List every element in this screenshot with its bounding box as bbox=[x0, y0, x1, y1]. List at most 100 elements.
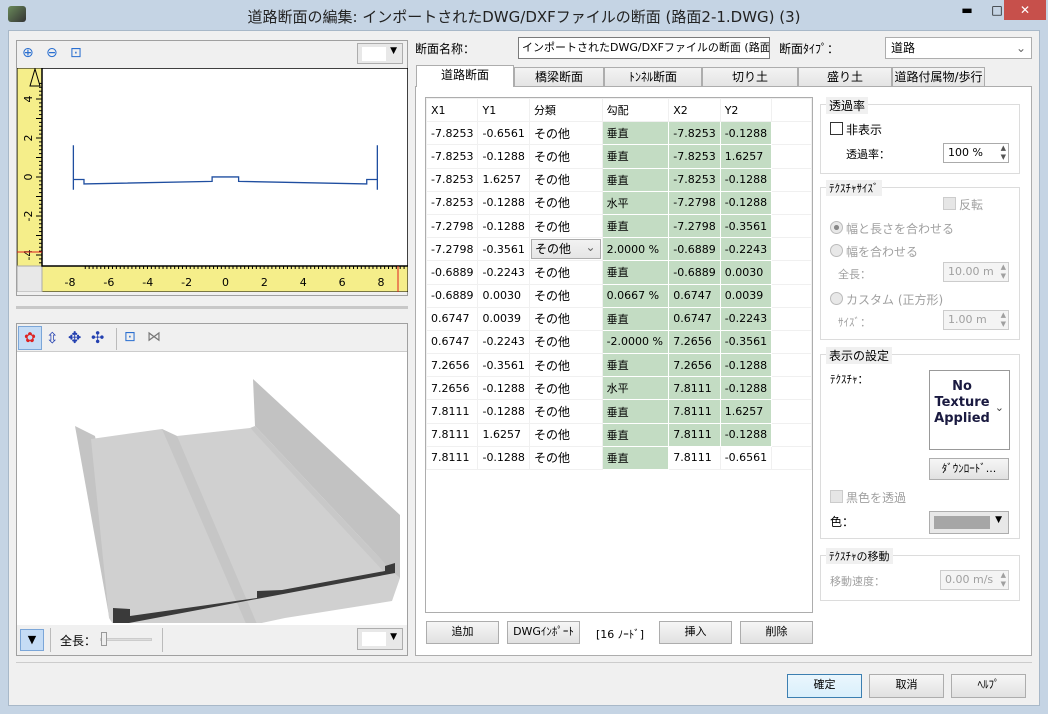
column-header[interactable]: Y1 bbox=[477, 98, 530, 123]
slope-cell[interactable]: 2.0000 % bbox=[601, 237, 670, 262]
size-spinner[interactable]: 1.00 m ▲ ▼ bbox=[943, 310, 1009, 330]
category-cell[interactable]: その他 bbox=[528, 353, 603, 378]
x2-cell[interactable]: 7.2656 bbox=[668, 329, 721, 355]
x2-cell[interactable]: 7.8111 bbox=[668, 445, 721, 471]
y2-cell[interactable]: -0.2243 bbox=[719, 237, 773, 262]
x1-cell[interactable]: -7.2798 bbox=[426, 237, 479, 262]
profile-color-dropdown[interactable]: ▼ bbox=[357, 43, 403, 64]
cancel-button[interactable]: 取消 bbox=[869, 674, 944, 698]
y1-cell[interactable]: 1.6257 bbox=[477, 422, 530, 447]
tab-fill[interactable]: 盛り土 bbox=[798, 67, 892, 87]
slope-cell[interactable]: 垂直 bbox=[601, 213, 670, 239]
table-row[interactable]: -7.8253 -0.1288 その他 水平 -7.2798 -0.1288 bbox=[426, 190, 812, 215]
table-row[interactable]: 7.8111 1.6257 その他 垂直 7.8111 -0.1288 bbox=[426, 422, 812, 447]
splitter[interactable] bbox=[16, 306, 408, 309]
view3d-color-dropdown[interactable]: ▼ bbox=[357, 628, 403, 650]
y1-cell[interactable]: -0.1288 bbox=[477, 399, 530, 424]
x1-cell[interactable]: 7.8111 bbox=[426, 445, 479, 471]
close-button[interactable]: ✕ bbox=[1004, 0, 1046, 20]
add-button[interactable]: 追加 bbox=[426, 621, 499, 644]
x1-cell[interactable]: 7.8111 bbox=[426, 399, 479, 424]
y1-cell[interactable]: -0.1288 bbox=[477, 144, 530, 169]
tab-road-section[interactable]: 道路断面 bbox=[416, 65, 514, 87]
y1-cell[interactable]: 0.0030 bbox=[477, 283, 530, 308]
slope-cell[interactable]: 垂直 bbox=[601, 353, 670, 378]
x2-cell[interactable]: -0.6889 bbox=[668, 260, 721, 285]
rate-spinner[interactable]: 100 % ▲ ▼ bbox=[943, 143, 1009, 163]
category-cell[interactable]: その他 bbox=[528, 399, 603, 424]
category-cell[interactable]: その他 bbox=[528, 445, 603, 471]
slope-cell[interactable]: 垂直 bbox=[601, 121, 670, 146]
y1-cell[interactable]: -0.1288 bbox=[477, 213, 530, 239]
column-header[interactable]: X2 bbox=[668, 98, 721, 123]
pan-icon[interactable]: ✥ bbox=[68, 328, 81, 347]
y2-cell[interactable]: -0.3561 bbox=[719, 329, 773, 355]
slope-cell[interactable]: 0.0667 % bbox=[601, 283, 670, 308]
fit-width-radio[interactable] bbox=[830, 244, 843, 257]
table-row[interactable]: -7.8253 1.6257 その他 垂直 -7.8253 -0.1288 bbox=[426, 167, 812, 192]
length-slider[interactable] bbox=[100, 638, 152, 641]
y1-cell[interactable]: -0.6561 bbox=[477, 121, 530, 146]
x1-cell[interactable]: 0.6747 bbox=[426, 329, 479, 355]
y1-cell[interactable]: -0.3561 bbox=[477, 237, 530, 262]
hide-checkbox[interactable] bbox=[830, 122, 843, 135]
ok-button[interactable]: 確定 bbox=[787, 674, 862, 698]
slope-cell[interactable]: 垂直 bbox=[601, 422, 670, 447]
x1-cell[interactable]: -7.2798 bbox=[426, 213, 479, 239]
category-cell[interactable]: その他 bbox=[528, 213, 603, 239]
y1-cell[interactable]: 1.6257 bbox=[477, 167, 530, 192]
category-cell[interactable]: その他 bbox=[528, 260, 603, 285]
category-cell[interactable]: その他 bbox=[528, 190, 603, 215]
y2-cell[interactable]: 1.6257 bbox=[719, 144, 773, 169]
y2-cell[interactable]: -0.1288 bbox=[719, 190, 773, 215]
y1-cell[interactable]: -0.1288 bbox=[477, 376, 530, 401]
column-header[interactable]: Y2 bbox=[719, 98, 773, 123]
column-header[interactable]: X1 bbox=[426, 98, 479, 123]
y2-cell[interactable]: -0.1288 bbox=[719, 167, 773, 192]
slope-cell[interactable]: 垂直 bbox=[601, 399, 670, 424]
download-button[interactable]: ﾀﾞｳﾝﾛｰﾄﾞ... bbox=[929, 458, 1009, 480]
y2-cell[interactable]: 0.0039 bbox=[719, 283, 773, 308]
view-fit-icon[interactable]: ⋈ bbox=[147, 329, 161, 345]
category-cell[interactable]: その他 bbox=[528, 121, 603, 146]
x1-cell[interactable]: -0.6889 bbox=[426, 260, 479, 285]
category-cell[interactable]: その他 ⌄ bbox=[528, 237, 603, 262]
category-cell[interactable]: その他 bbox=[528, 283, 603, 308]
x2-cell[interactable]: 7.8111 bbox=[668, 399, 721, 424]
x2-cell[interactable]: -7.2798 bbox=[668, 190, 721, 215]
zoom-in-icon[interactable]: ⊕ bbox=[22, 45, 34, 61]
x1-cell[interactable]: 7.8111 bbox=[426, 422, 479, 447]
x1-cell[interactable]: -7.8253 bbox=[426, 144, 479, 169]
column-header[interactable]: 勾配 bbox=[601, 98, 670, 123]
table-row[interactable]: 7.2656 -0.3561 その他 垂直 7.2656 -0.1288 bbox=[426, 353, 812, 378]
category-cell[interactable]: その他 bbox=[528, 329, 603, 355]
length-slider-thumb[interactable] bbox=[101, 632, 107, 646]
x2-cell[interactable]: -7.8253 bbox=[668, 121, 721, 146]
y2-cell[interactable]: -0.1288 bbox=[719, 422, 773, 447]
slope-cell[interactable]: 垂直 bbox=[601, 144, 670, 169]
category-dropdown[interactable]: その他 ⌄ bbox=[530, 239, 601, 260]
x2-cell[interactable]: -7.2798 bbox=[668, 213, 721, 239]
delete-button[interactable]: 削除 bbox=[740, 621, 813, 644]
slope-cell[interactable]: 垂直 bbox=[601, 445, 670, 471]
x2-cell[interactable]: 7.2656 bbox=[668, 353, 721, 378]
y2-cell[interactable]: 0.0030 bbox=[719, 260, 773, 285]
tab-bridge-section[interactable]: 橋梁断面 bbox=[514, 67, 604, 87]
x2-cell[interactable]: 0.6747 bbox=[668, 306, 721, 331]
x1-cell[interactable]: -7.8253 bbox=[426, 121, 479, 146]
table-row[interactable]: -7.2798 -0.1288 その他 垂直 -7.2798 -0.3561 bbox=[426, 213, 812, 239]
table-row[interactable]: -0.6889 -0.2243 その他 垂直 -0.6889 0.0030 bbox=[426, 260, 812, 285]
x1-cell[interactable]: -0.6889 bbox=[426, 283, 479, 308]
table-row[interactable]: -7.8253 -0.6561 その他 垂直 -7.8253 -0.1288 bbox=[426, 121, 812, 146]
table-row[interactable]: -7.8253 -0.1288 その他 垂直 -7.8253 1.6257 bbox=[426, 144, 812, 169]
slope-cell[interactable]: 垂直 bbox=[601, 167, 670, 192]
y1-cell[interactable]: -0.1288 bbox=[477, 190, 530, 215]
color-dropdown[interactable]: ▼ bbox=[929, 511, 1009, 534]
zoom-out-icon[interactable]: ⊖ bbox=[46, 45, 58, 61]
tab-road-accessories[interactable]: 道路付属物/歩行 bbox=[892, 67, 985, 87]
rotate-icon[interactable]: ✿ bbox=[18, 326, 42, 350]
length-spinner[interactable]: 10.00 m ▲ ▼ bbox=[943, 262, 1009, 282]
x1-cell[interactable]: 0.6747 bbox=[426, 306, 479, 331]
column-header[interactable]: 分類 bbox=[528, 98, 603, 123]
section-name-input[interactable]: インポートされたDWG/DXFファイルの断面 (路面2-1.D bbox=[518, 37, 770, 59]
